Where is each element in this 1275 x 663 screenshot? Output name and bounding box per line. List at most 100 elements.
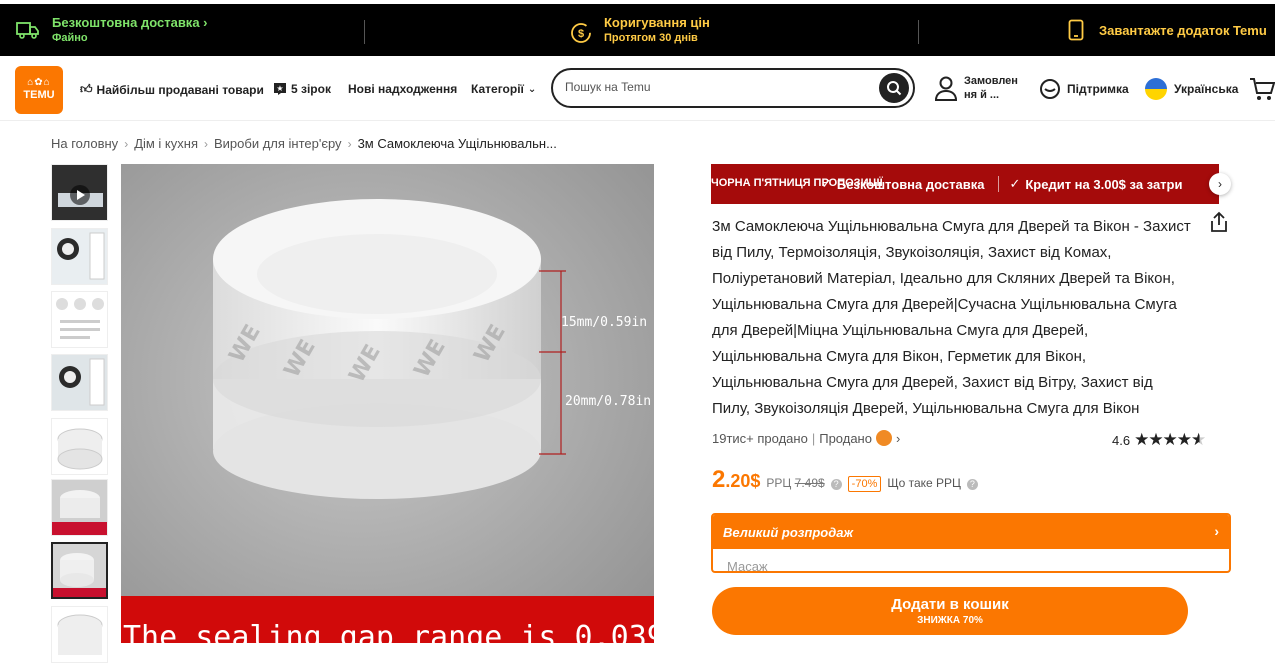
price-decimal: .20$ xyxy=(725,471,761,491)
free-shipping-title: Безкоштовна доставка › xyxy=(52,14,208,30)
checkmark-icon: ✓ xyxy=(821,176,832,191)
search-input[interactable] xyxy=(565,80,865,94)
thumbs-up-icon: 👍︎ xyxy=(80,82,93,96)
phone-icon xyxy=(1068,19,1084,41)
divider: | xyxy=(811,430,816,446)
support-link[interactable]: Підтримка xyxy=(1039,78,1129,100)
header: ⌂✿⌂ TEMU 👍︎ Найбільш продавані товари ★ … xyxy=(0,56,1275,121)
logo-text: TEMU xyxy=(23,89,55,102)
breadcrumb-home[interactable]: На головну xyxy=(51,136,118,151)
share-button[interactable] xyxy=(1209,211,1229,238)
breadcrumb: На головну › Дім і кухня › Вироби для ін… xyxy=(51,136,557,151)
add-to-cart-button[interactable]: Додати в кошик ЗНИЖКА 70% xyxy=(712,587,1188,635)
orders-account[interactable]: Замовлен ня й ... xyxy=(934,74,1024,103)
breadcrumb-current: 3м Самоклеюча Ущільнювальн... xyxy=(357,136,557,151)
chevron-right-icon: › xyxy=(1218,177,1222,191)
thumbnail-image[interactable] xyxy=(51,228,108,285)
product-thumbnail-image xyxy=(52,355,107,410)
price-adjust-promo[interactable]: $ Коригування цін Протягом 30 днів xyxy=(570,4,710,56)
breadcrumb-home-kitchen[interactable]: Дім і кухня xyxy=(134,136,198,151)
main-product-image[interactable]: WE WE WE WE WE 15mm/0.59in 20mm/0.78in T… xyxy=(121,164,654,643)
thumbnail-image[interactable] xyxy=(51,418,108,475)
banner-next-button[interactable]: › xyxy=(1209,173,1231,195)
thumbnail-image[interactable] xyxy=(51,479,108,536)
thumbnail-image-selected[interactable] xyxy=(51,542,108,599)
nav-new-arrivals-label: Нові надходження xyxy=(348,82,458,96)
rrp-label: РРЦ xyxy=(766,476,792,490)
logo-glyphs-icon: ⌂✿⌂ xyxy=(27,77,51,89)
app-download-promo[interactable]: Завантажте додаток Temu xyxy=(1068,4,1267,56)
dollar-clock-icon: $ xyxy=(571,23,591,43)
banner-free-shipping: ✓ Безкоштовна доставка xyxy=(821,176,984,192)
price-adjust-title: Коригування цін xyxy=(604,14,710,30)
banner-feature-label: Кредит на 3.00$ за затри xyxy=(1025,176,1183,192)
rrp-value: 7.49$ xyxy=(794,476,825,490)
svg-text:★: ★ xyxy=(276,84,283,93)
thumbnail-image[interactable] xyxy=(51,606,108,663)
search-icon xyxy=(887,81,902,96)
chevron-right-icon[interactable]: › xyxy=(896,431,900,446)
free-shipping-promo[interactable]: Безкоштовна доставка › Файно xyxy=(16,4,208,56)
black-friday-banner[interactable]: ЧОРНА П'ЯТНИЦЯ ПРОПОЗИЦІЇ ✓ Безкоштовна … xyxy=(711,164,1219,204)
chevron-right-icon: › xyxy=(124,136,129,151)
nav-categories-label: Категорії xyxy=(471,82,524,96)
big-sale-box[interactable]: Великий розпродаж › Масаж xyxy=(711,513,1231,573)
sold-by-label: Продано xyxy=(819,430,872,446)
video-thumbnail-image xyxy=(52,165,107,220)
nav-best-sellers-label: Найбільш продавані товари xyxy=(96,82,264,97)
nav-five-stars-label: 5 зірок xyxy=(291,82,331,96)
price-adjust-subtitle: Протягом 30 днів xyxy=(604,32,698,45)
info-icon[interactable]: ? xyxy=(830,479,842,490)
big-sale-content: Масаж xyxy=(727,559,768,573)
product-thumbnail-image xyxy=(52,229,107,284)
product-thumbnail-image xyxy=(52,607,107,662)
star-badge-icon: ★ xyxy=(274,83,286,95)
orders-label: Замовлен ня й ... xyxy=(964,75,1018,102)
search-button[interactable] xyxy=(879,73,909,103)
image-caption: The sealing gap range is 0.039-0.78in in… xyxy=(123,620,654,643)
thumbnail-image[interactable] xyxy=(51,354,108,411)
product-title: 3м Самоклеюча Ущільнювальна Смуга для Дв… xyxy=(712,218,1191,417)
rating-value: 4.6 xyxy=(1112,432,1131,448)
temu-logo[interactable]: ⌂✿⌂ TEMU xyxy=(15,66,63,114)
nav-categories[interactable]: Категорії ⌄ xyxy=(471,82,536,96)
divider xyxy=(364,20,365,44)
chevron-right-icon: › xyxy=(347,136,352,151)
checkmark-icon: ✓ xyxy=(1009,176,1021,191)
product-thumbnail-image xyxy=(53,544,106,597)
cart-icon xyxy=(1250,78,1275,100)
language-label: Українська xyxy=(1174,82,1239,96)
nav-best-sellers[interactable]: 👍︎ Найбільш продавані товари xyxy=(80,82,264,97)
current-price: 2.20$ xyxy=(712,466,760,494)
thumbnail-video[interactable] xyxy=(51,164,108,221)
seller-avatar[interactable] xyxy=(875,430,892,446)
divider xyxy=(918,20,919,44)
annotation-height-bottom: 20mm/0.78in xyxy=(565,394,651,409)
truck-icon xyxy=(16,22,39,39)
rrp-question[interactable]: Що таке РРЦ xyxy=(887,476,961,490)
share-icon xyxy=(1211,211,1227,232)
rating[interactable]: 4.6 ★★★★★ xyxy=(1112,430,1206,450)
search-bar xyxy=(551,68,915,108)
divider xyxy=(998,176,1000,192)
breadcrumb-interior[interactable]: Вироби для інтер'єру xyxy=(214,136,342,151)
sold-count: 19тис+ продано xyxy=(712,430,808,446)
chevron-right-icon: › xyxy=(203,136,208,151)
info-icon[interactable]: ? xyxy=(966,479,978,490)
product-thumbnail-image xyxy=(52,419,107,474)
sold-info: 19тис+ продано | Продано › xyxy=(712,430,900,446)
chevron-right-icon: › xyxy=(1214,523,1219,539)
free-shipping-subtitle: Файно xyxy=(52,32,88,45)
app-download-title: Завантажте додаток Temu xyxy=(1099,22,1267,38)
nav-five-stars[interactable]: ★ 5 зірок xyxy=(273,82,331,96)
price-row: 2.20$ РРЦ 7.49$ ? -70% Що таке РРЦ ? xyxy=(712,466,978,494)
big-sale-header: Великий розпродаж › xyxy=(713,515,1229,549)
language-selector[interactable]: Українська xyxy=(1144,77,1238,101)
nav-new-arrivals[interactable]: Нові надходження xyxy=(348,82,457,96)
thumbnail-image[interactable] xyxy=(51,291,108,348)
add-to-cart-discount: ЗНИЖКА 70% xyxy=(917,615,983,627)
support-label: Підтримка xyxy=(1067,82,1129,96)
black-friday-label: ЧОРНА П'ЯТНИЦЯ ПРОПОЗИЦІЇ xyxy=(711,177,883,190)
cart-button[interactable] xyxy=(1249,76,1275,102)
user-icon xyxy=(934,76,958,102)
